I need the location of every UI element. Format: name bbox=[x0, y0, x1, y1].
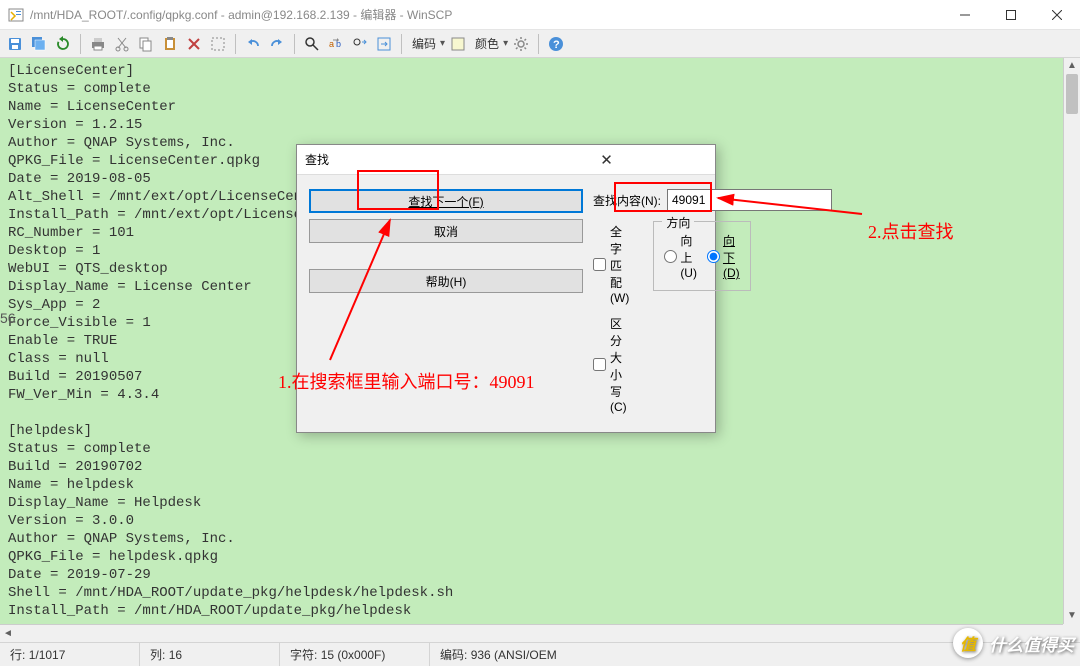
status-column: 列: 16 bbox=[140, 643, 280, 666]
dropdown-icon[interactable]: ▾ bbox=[503, 38, 508, 49]
delete-icon[interactable] bbox=[183, 33, 205, 55]
find-close-button[interactable]: ✕ bbox=[506, 151, 707, 169]
find-next-button[interactable]: 查找下一个(F) bbox=[309, 189, 583, 213]
replace-icon[interactable]: ab bbox=[325, 33, 347, 55]
dropdown-icon[interactable]: ▾ bbox=[440, 38, 445, 49]
paste-icon[interactable] bbox=[159, 33, 181, 55]
copy-icon[interactable] bbox=[135, 33, 157, 55]
find-dialog-title: 查找 bbox=[305, 151, 506, 168]
print-icon[interactable] bbox=[87, 33, 109, 55]
maximize-button[interactable] bbox=[988, 0, 1034, 30]
scroll-down-icon[interactable]: ▼ bbox=[1064, 608, 1080, 624]
status-line: 行: 1/1017 bbox=[0, 643, 140, 666]
scroll-left-icon[interactable]: ◄ bbox=[0, 625, 16, 642]
vertical-scrollbar[interactable]: ▲ ▼ bbox=[1063, 58, 1080, 624]
match-case-checkbox[interactable]: 区分大小写(C) bbox=[593, 315, 629, 414]
window-title: /mnt/HDA_ROOT/.config/qpkg.conf - admin@… bbox=[30, 6, 942, 23]
color-icon bbox=[447, 33, 469, 55]
direction-down-radio[interactable]: 向下(D) bbox=[707, 232, 740, 280]
toolbar: ab 编码▾ 颜色▾ ? bbox=[0, 30, 1080, 58]
watermark: 值 什么值得买 bbox=[953, 628, 1074, 658]
app-icon bbox=[8, 7, 24, 23]
encoding-menu[interactable]: 编码 bbox=[408, 35, 440, 52]
cut-icon[interactable] bbox=[111, 33, 133, 55]
whole-word-checkbox[interactable]: 全字匹配(W) bbox=[593, 223, 629, 305]
find-input[interactable] bbox=[667, 189, 832, 211]
scroll-thumb[interactable] bbox=[1066, 74, 1078, 114]
scroll-up-icon[interactable]: ▲ bbox=[1064, 58, 1080, 74]
redo-icon[interactable] bbox=[266, 33, 288, 55]
help-button[interactable]: 帮助(H) bbox=[309, 269, 583, 293]
undo-icon[interactable] bbox=[242, 33, 264, 55]
cancel-button[interactable]: 取消 bbox=[309, 219, 583, 243]
horizontal-scrollbar[interactable]: ◄ bbox=[0, 624, 1063, 642]
direction-legend: 方向 bbox=[662, 214, 694, 231]
minimize-button[interactable] bbox=[942, 0, 988, 30]
save-icon[interactable] bbox=[4, 33, 26, 55]
help-icon[interactable]: ? bbox=[545, 33, 567, 55]
find-dialog-titlebar[interactable]: 查找 ✕ bbox=[297, 145, 715, 175]
direction-up-radio[interactable]: 向上(U) bbox=[664, 232, 697, 280]
reload-icon[interactable] bbox=[52, 33, 74, 55]
close-button[interactable] bbox=[1034, 0, 1080, 30]
svg-text:?: ? bbox=[553, 39, 560, 51]
titlebar: /mnt/HDA_ROOT/.config/qpkg.conf - admin@… bbox=[0, 0, 1080, 30]
find-content-label: 查找内容(N): bbox=[593, 192, 661, 209]
save-all-icon[interactable] bbox=[28, 33, 50, 55]
find-icon[interactable] bbox=[301, 33, 323, 55]
find-dialog: 查找 ✕ 查找内容(N): 查找下一个(F) 取消 帮助(H) 全字匹配(W) … bbox=[296, 144, 716, 433]
settings-icon[interactable] bbox=[510, 33, 532, 55]
watermark-badge-icon: 值 bbox=[953, 628, 983, 658]
goto-icon[interactable] bbox=[373, 33, 395, 55]
watermark-text: 什么值得买 bbox=[989, 631, 1074, 656]
find-next-icon[interactable] bbox=[349, 33, 371, 55]
status-character: 字符: 15 (0x000F) bbox=[280, 643, 430, 666]
color-menu[interactable]: 颜色 bbox=[471, 35, 503, 52]
cropped-marker: 56 bbox=[0, 310, 16, 326]
statusbar: 行: 1/1017 列: 16 字符: 15 (0x000F) 编码: 936 … bbox=[0, 642, 1080, 666]
select-all-icon[interactable] bbox=[207, 33, 229, 55]
direction-group: 方向 向上(U) 向下(D) bbox=[653, 221, 750, 291]
